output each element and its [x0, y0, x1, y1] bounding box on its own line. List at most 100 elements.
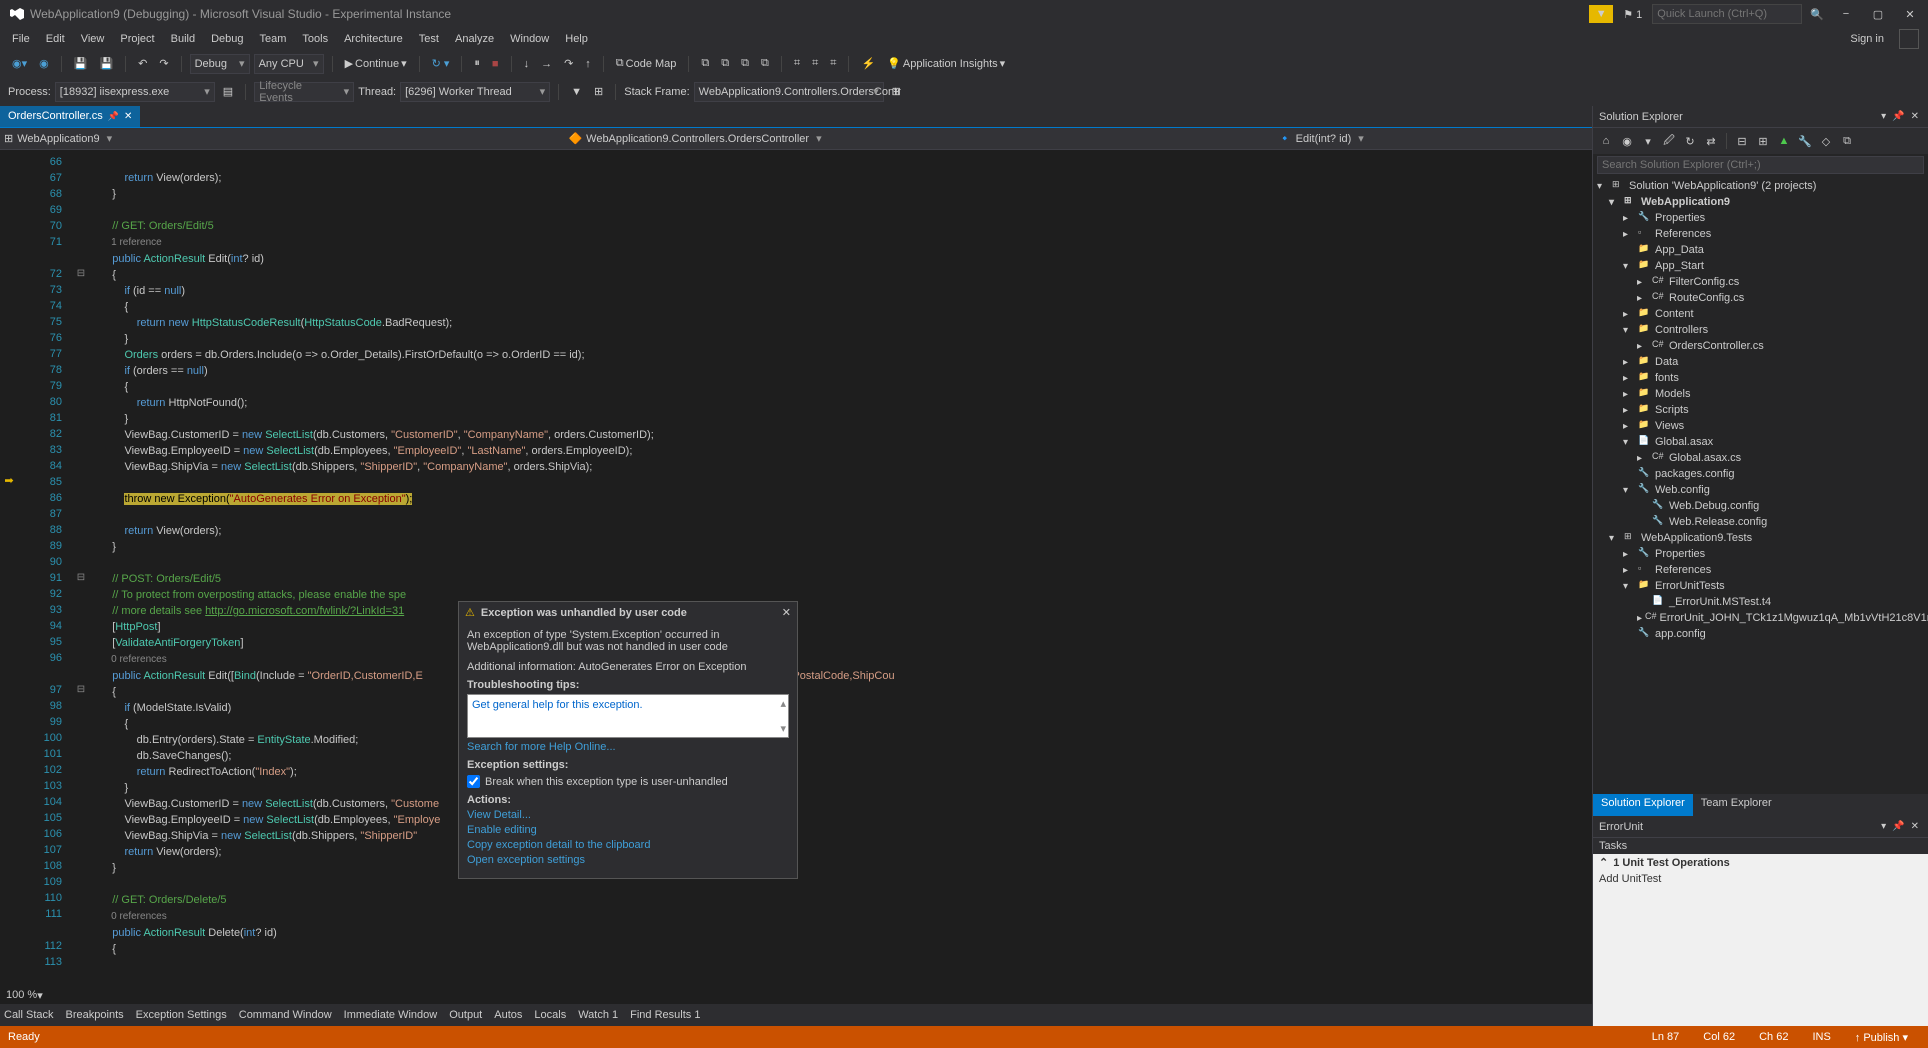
tree-node[interactable]: ▸📁Data	[1593, 354, 1928, 370]
refresh-button[interactable]: ↻ ▾	[428, 55, 454, 72]
menu-analyze[interactable]: Analyze	[447, 31, 502, 47]
menu-test[interactable]: Test	[411, 31, 447, 47]
panel-pin-icon[interactable]: 📌	[1889, 111, 1907, 122]
stackframe-combo[interactable]: WebApplication9.Controllers.OrdersContr	[694, 82, 884, 102]
tree-node[interactable]: 📁App_Data	[1593, 242, 1928, 258]
code-editor[interactable]: ➡ 66676869707172737475767778798081828384…	[0, 150, 1592, 986]
add-unittest-row[interactable]: Add UnitTest	[1593, 871, 1928, 887]
view-detail-link[interactable]: View Detail...	[467, 809, 789, 821]
lifecycle-combo[interactable]: Lifecycle Events	[254, 82, 354, 102]
tb-icon-6[interactable]: ⌗	[808, 55, 822, 72]
tree-node[interactable]: ▾🔧Web.config	[1593, 482, 1928, 498]
tb-icon-1[interactable]: ⧉	[697, 55, 713, 72]
tb-icon-8[interactable]: ⚡	[857, 55, 879, 72]
tb-icon-3[interactable]: ⧉	[737, 55, 753, 72]
tab-close-icon[interactable]: ✕	[124, 111, 132, 122]
minimize-button[interactable]: −	[1832, 4, 1860, 24]
break-checkbox[interactable]: Break when this exception type is user-u…	[467, 775, 789, 788]
config-combo[interactable]: Debug	[190, 54, 250, 74]
scope-icon[interactable]: ⧉	[1838, 132, 1856, 150]
tb-icon-7[interactable]: ⌗	[826, 55, 840, 72]
codemap-button[interactable]: ⧉ Code Map	[612, 55, 681, 72]
stop-button[interactable]: ■	[488, 56, 503, 72]
breadcrumb-project[interactable]: ⊞ WebApplication9	[4, 132, 112, 145]
menu-file[interactable]: File	[4, 31, 38, 47]
tree-node[interactable]: ▾📁Controllers	[1593, 322, 1928, 338]
tip-link[interactable]: Get general help for this exception.	[472, 699, 643, 711]
tb-icon-5[interactable]: ⌗	[790, 55, 804, 72]
panel-pin-icon[interactable]: 📌	[1889, 821, 1907, 832]
errorunit-operations[interactable]: ⌃ 1 Unit Test Operations	[1593, 854, 1928, 871]
panel-close-icon[interactable]: ✕	[1908, 111, 1922, 122]
menu-edit[interactable]: Edit	[38, 31, 73, 47]
panel-close-icon[interactable]: ✕	[1908, 821, 1922, 832]
process-combo[interactable]: [18932] iisexpress.exe	[55, 82, 215, 102]
filter-icon[interactable]: ▼	[567, 84, 586, 100]
tree-node[interactable]: ▸C#FilterConfig.cs	[1593, 274, 1928, 290]
thread-icon[interactable]: ⊞	[590, 83, 607, 100]
sign-in-link[interactable]: Sign in	[1840, 33, 1894, 45]
home-icon[interactable]: ⌂	[1597, 132, 1615, 150]
panel-dropdown-icon[interactable]: ▾	[1878, 821, 1889, 832]
tree-node[interactable]: ▸🔧Properties	[1593, 210, 1928, 226]
tree-node[interactable]: ▸C#OrdersController.cs	[1593, 338, 1928, 354]
tree-node[interactable]: ▸C#RouteConfig.cs	[1593, 290, 1928, 306]
menu-view[interactable]: View	[73, 31, 113, 47]
tree-node[interactable]: ▸▫References	[1593, 562, 1928, 578]
menu-debug[interactable]: Debug	[203, 31, 251, 47]
tree-node[interactable]: 🔧packages.config	[1593, 466, 1928, 482]
show-next-button[interactable]: →	[537, 56, 556, 72]
tree-node[interactable]: ▸📁Scripts	[1593, 402, 1928, 418]
enable-editing-link[interactable]: Enable editing	[467, 824, 789, 836]
menu-tools[interactable]: Tools	[294, 31, 336, 47]
tree-node[interactable]: ▾📁App_Start	[1593, 258, 1928, 274]
scroll-up-icon[interactable]: ▴	[780, 697, 786, 710]
tree-node[interactable]: ▸📁Views	[1593, 418, 1928, 434]
process-icon[interactable]: ▤	[219, 83, 237, 100]
platform-combo[interactable]: Any CPU	[254, 54, 324, 74]
save-all-button[interactable]: 💾	[95, 55, 117, 72]
appinsights-button[interactable]: 💡 Application Insights ▾	[883, 55, 1009, 72]
menu-team[interactable]: Team	[252, 31, 295, 47]
breakpoint-margin[interactable]: ➡	[0, 150, 18, 986]
menu-build[interactable]: Build	[163, 31, 203, 47]
btab-output[interactable]: Output	[449, 1009, 482, 1021]
tree-node[interactable]: 🔧app.config	[1593, 626, 1928, 642]
st-icon[interactable]: ◉	[1618, 132, 1636, 150]
st-icon[interactable]: 🖉	[1660, 132, 1678, 150]
st-icon[interactable]: ▾	[1639, 132, 1657, 150]
btab-command-window[interactable]: Command Window	[239, 1009, 332, 1021]
panel-dropdown-icon[interactable]: ▾	[1878, 111, 1889, 122]
open-settings-link[interactable]: Open exception settings	[467, 854, 789, 866]
solution-tree[interactable]: ▾⊞Solution 'WebApplication9' (2 projects…	[1593, 176, 1928, 794]
continue-button[interactable]: ▶ Continue ▾	[341, 55, 411, 72]
code-content[interactable]: return View(orders); } // GET: Orders/Ed…	[90, 150, 1592, 986]
tips-listbox[interactable]: Get general help for this exception. ▴ ▾	[467, 694, 789, 738]
exception-close-icon[interactable]: ✕	[782, 606, 791, 619]
tree-node[interactable]: ▸▫References	[1593, 226, 1928, 242]
thread-combo[interactable]: [6296] Worker Thread	[400, 82, 550, 102]
step-into-button[interactable]: ↓	[520, 56, 534, 72]
tree-node[interactable]: ▸🔧Properties	[1593, 546, 1928, 562]
breadcrumb-class[interactable]: 🔶 WebApplication9.Controllers.OrdersCont…	[568, 132, 821, 145]
btab-exception-settings[interactable]: Exception Settings	[136, 1009, 227, 1021]
fold-margin[interactable]: ⊟ ⊟ ⊟	[72, 150, 90, 986]
tree-node[interactable]: ▾⊞WebApplication9	[1593, 194, 1928, 210]
undo-button[interactable]: ↶	[134, 55, 151, 72]
redo-button[interactable]: ↷	[155, 55, 172, 72]
tree-node[interactable]: ▸C#Global.asax.cs	[1593, 450, 1928, 466]
pin-icon[interactable]: 📌	[108, 111, 119, 122]
tree-node[interactable]: 🔧Web.Debug.config	[1593, 498, 1928, 514]
tb-icon-4[interactable]: ⧉	[757, 55, 773, 72]
tree-node[interactable]: 📄_ErrorUnit.MSTest.t4	[1593, 594, 1928, 610]
search-help-link[interactable]: Search for more Help Online...	[467, 741, 789, 753]
menu-project[interactable]: Project	[112, 31, 162, 47]
tree-node[interactable]: ▾⊞WebApplication9.Tests	[1593, 530, 1928, 546]
btab-autos[interactable]: Autos	[494, 1009, 522, 1021]
show-all-icon[interactable]: ⊞	[1754, 132, 1772, 150]
back-button[interactable]: ◉▾	[8, 55, 31, 72]
menu-help[interactable]: Help	[557, 31, 596, 47]
solution-search-input[interactable]	[1597, 156, 1924, 174]
btab-callstack[interactable]: Call Stack	[4, 1009, 54, 1021]
tree-node[interactable]: ▸📁Content	[1593, 306, 1928, 322]
